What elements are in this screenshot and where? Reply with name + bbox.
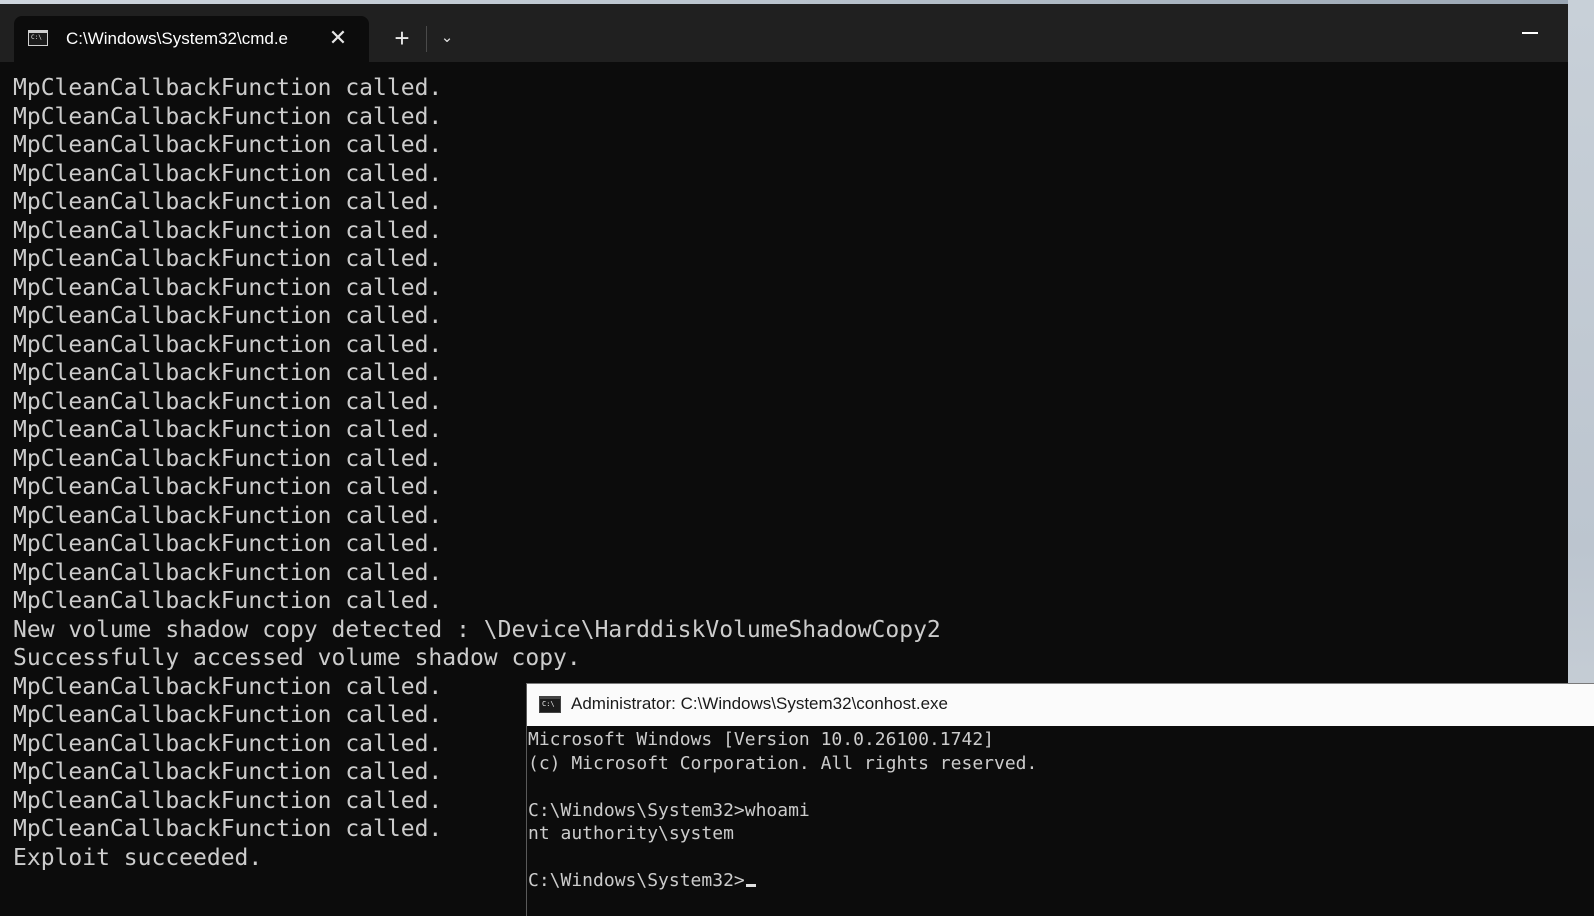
tab-divider [426,26,427,52]
terminal-line: MpCleanCallbackFunction called. [13,246,443,272]
terminal-line: MpCleanCallbackFunction called. [13,274,443,301]
terminal-line: MpCleanCallbackFunction called. [13,360,443,386]
tab-cmd[interactable]: C:\ C:\Windows\System32\cmd.e ✕ [14,16,369,62]
conhost-line: Microsoft Windows [Version 10.0.26100.17… [528,728,1568,752]
conhost-line: C:\Windows\System32>whoami [528,799,1568,823]
plus-icon[interactable]: + [388,24,416,52]
terminal-line: Successfully accessed volume shadow copy… [13,645,581,671]
terminal-line: MpCleanCallbackFunction called. [13,103,443,130]
command-prompt-icon: C:\ [539,696,561,713]
conhost-line-text: nt authority\system [528,823,734,844]
terminal-line: MpCleanCallbackFunction called. [13,160,443,187]
conhost-line: C:\Windows\System32> [528,869,1568,893]
terminal-line: MpCleanCallbackFunction called. [13,331,443,358]
close-icon[interactable]: ✕ [326,26,350,50]
terminal-line: MpCleanCallbackFunction called. [13,217,443,244]
terminal-line: MpCleanCallbackFunction called. [13,303,443,329]
conhost-line [528,775,1568,799]
conhost-output[interactable]: Microsoft Windows [Version 10.0.26100.17… [528,728,1568,893]
conhost-line-text: (c) Microsoft Corporation. All rights re… [528,752,1038,774]
tab-title: C:\Windows\System32\cmd.e [66,29,289,48]
conhost-line: nt authority\system [528,822,1568,846]
terminal-line: MpCleanCallbackFunction called. [13,445,443,472]
conhost-titlebar[interactable]: C:\ Administrator: C:\Windows\System32\c… [527,684,1594,726]
text-cursor [745,884,756,887]
conhost-title: Administrator: C:\Windows\System32\conho… [571,694,948,713]
terminal-line: MpCleanCallbackFunction called. [13,474,443,500]
terminal-line: MpCleanCallbackFunction called. [13,132,443,158]
minimize-icon[interactable] [1522,32,1538,34]
terminal-line: MpCleanCallbackFunction called. [13,417,443,443]
tab-strip: C:\ C:\Windows\System32\cmd.e ✕ + ⌄ [0,4,1568,62]
terminal-line: MpCleanCallbackFunction called. [13,189,443,215]
conhost-window: C:\ Administrator: C:\Windows\System32\c… [526,683,1594,916]
terminal-line: MpCleanCallbackFunction called. [13,531,443,557]
conhost-line-text: C:\Windows\System32>whoami [528,799,810,821]
terminal-line: MpCleanCallbackFunction called. [13,588,443,614]
chevron-down-icon[interactable]: ⌄ [434,24,460,52]
terminal-line: MpCleanCallbackFunction called. [13,388,443,415]
command-prompt-icon: C:\ [28,30,48,46]
conhost-line-text: C:\Windows\System32> [528,870,745,891]
terminal-line: MpCleanCallbackFunction called. [13,75,443,101]
terminal-line: MpCleanCallbackFunction called. [13,502,443,529]
conhost-line: (c) Microsoft Corporation. All rights re… [528,752,1568,776]
terminal-line: New volume shadow copy detected : \Devic… [13,616,941,643]
conhost-line [528,846,1568,870]
terminal-line: MpCleanCallbackFunction called. [13,559,443,586]
conhost-line-text: Microsoft Windows [Version 10.0.26100.17… [528,729,994,750]
